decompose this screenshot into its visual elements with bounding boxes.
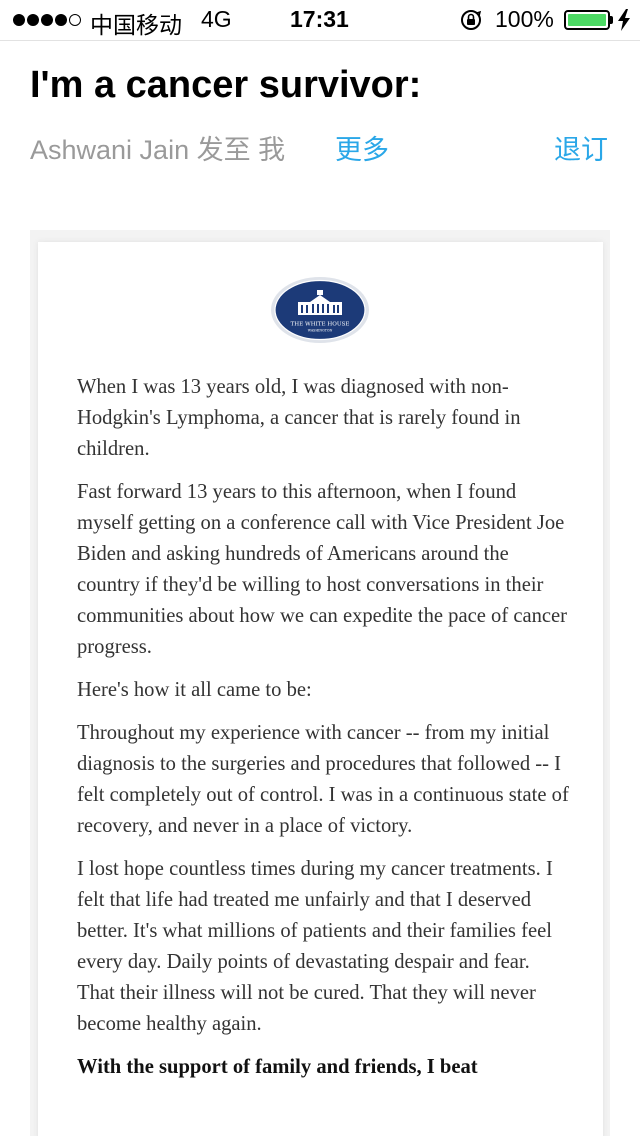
status-time: 17:31 — [290, 6, 349, 32]
paragraph-6: With the support of family and friends, … — [77, 1056, 478, 1078]
status-divider — [0, 40, 640, 41]
paragraph-5: I lost hope countless times during my ca… — [77, 858, 553, 1035]
email-subject: I'm a cancer survivor: — [30, 64, 422, 106]
battery-icon — [564, 10, 610, 30]
paragraph-1: When I was 13 years old, I was diagnosed… — [77, 376, 521, 460]
carrier-name: 中国移动 — [90, 12, 182, 38]
rotation-lock-icon — [461, 10, 482, 30]
charging-bolt-icon — [618, 9, 630, 31]
battery-percent: 100% — [495, 6, 554, 32]
email-body-text: When I was 13 years old, I was diagnosed… — [77, 372, 572, 1095]
seal-subtext: WASHINGTON — [308, 329, 333, 333]
paragraph-3: Here's how it all came to be: — [77, 679, 312, 701]
email-sender-line[interactable]: Ashwani Jain 发至 我 — [30, 128, 285, 167]
signal-dots-icon — [13, 14, 81, 26]
network-type: 4G — [201, 6, 232, 32]
seal-text: THE WHITE HOUSE — [291, 322, 350, 328]
paragraph-2: Fast forward 13 years to this afternoon,… — [77, 481, 568, 658]
more-details-link[interactable]: 更多 — [335, 128, 389, 167]
paragraph-4: Throughout my experience with cancer -- … — [77, 722, 569, 837]
status-bar: 中国移动 4G 17:31 100% — [0, 0, 640, 40]
white-house-seal-icon: THE WHITE HOUSE WASHINGTON — [271, 277, 369, 343]
unsubscribe-link[interactable]: 退订 — [554, 128, 608, 167]
battery-tip — [610, 16, 613, 24]
